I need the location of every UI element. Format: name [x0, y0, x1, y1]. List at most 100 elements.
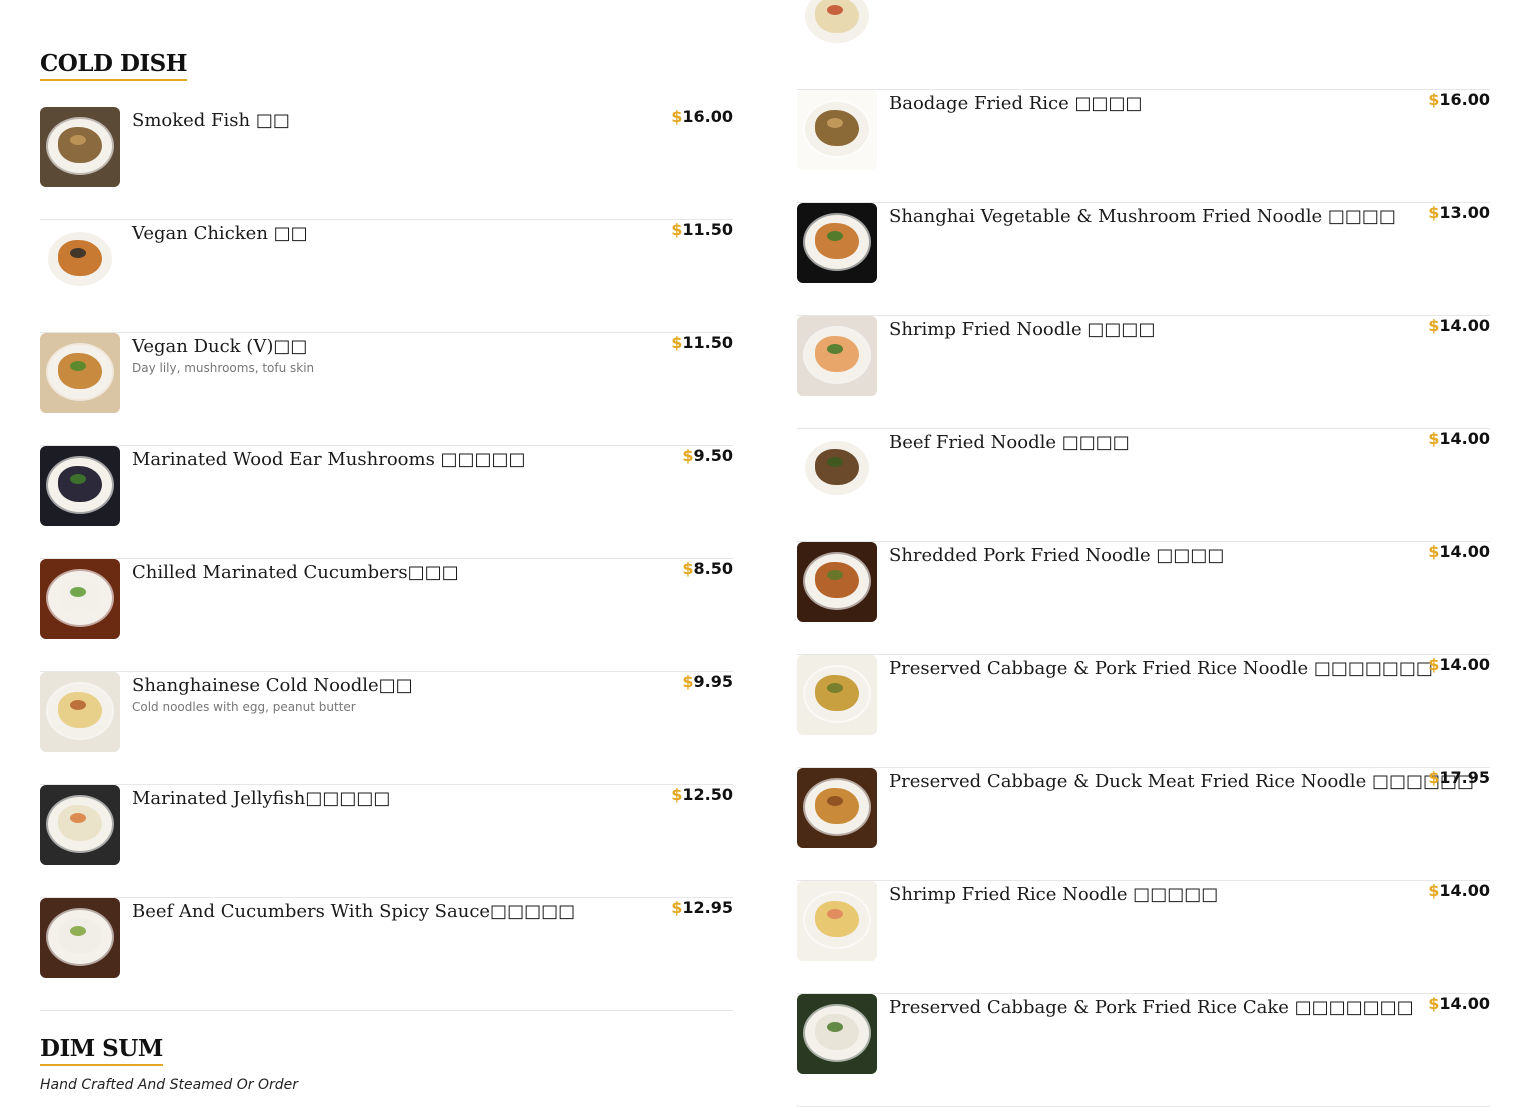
item-price: $14.00 — [1428, 316, 1490, 335]
dish-photo[interactable] — [40, 559, 120, 639]
menu-item[interactable] — [797, 0, 1490, 90]
price-currency: $ — [671, 107, 683, 126]
item-price: $11.50 — [671, 220, 733, 239]
price-currency: $ — [1428, 881, 1440, 900]
dish-photo[interactable] — [40, 898, 120, 978]
item-name[interactable]: Beef And Cucumbers With Spicy Sauce□□□□□ — [132, 900, 632, 924]
menu-item[interactable]: Chilled Marinated Cucumbers□□□ $8.50 — [40, 559, 733, 672]
price-amount: 16.00 — [682, 107, 733, 126]
menu-item[interactable]: Smoked Fish □□ $16.00 — [40, 107, 733, 220]
price-currency: $ — [1428, 203, 1440, 222]
item-name[interactable]: Chilled Marinated Cucumbers□□□ — [132, 561, 632, 585]
menu-item[interactable]: Beef And Cucumbers With Spicy Sauce□□□□□… — [40, 898, 733, 1011]
menu-item[interactable]: Preserved Cabbage & Duck Meat Fried Rice… — [797, 768, 1490, 881]
price-currency: $ — [671, 785, 683, 804]
dish-photo-garnish — [827, 796, 843, 806]
dish-photo-garnish — [70, 135, 86, 145]
menu-item[interactable]: Beef Fried Noodle □□□□ $14.00 — [797, 429, 1490, 542]
dish-photo-garnish — [827, 683, 843, 693]
dish-photo[interactable] — [797, 90, 877, 170]
item-name[interactable]: Shrimp Fried Rice Noodle □□□□□ — [889, 883, 1389, 907]
dish-photo[interactable] — [797, 316, 877, 396]
menu-item[interactable]: Baodage Fried Rice □□□□ $16.00 — [797, 90, 1490, 203]
menu-item[interactable]: Vegan Duck (V)□□ Day lily, mushrooms, tof… — [40, 333, 733, 446]
price-amount: 16.00 — [1439, 90, 1490, 109]
item-price: $9.95 — [682, 672, 733, 691]
dish-photo[interactable] — [797, 655, 877, 735]
item-name[interactable]: Shanghai Vegetable & Mushroom Fried Nood… — [889, 205, 1396, 229]
price-currency: $ — [682, 446, 694, 465]
dish-photo[interactable] — [797, 881, 877, 961]
dish-photo[interactable] — [40, 107, 120, 187]
dish-photo-garnish — [70, 474, 86, 484]
item-price: $13.00 — [1428, 203, 1490, 222]
dish-photo[interactable] — [40, 220, 120, 300]
price-currency: $ — [671, 333, 683, 352]
item-name[interactable]: Marinated Jellyfish□□□□□ — [132, 787, 632, 811]
price-amount: 13.00 — [1439, 203, 1490, 222]
dish-photo-food — [815, 1014, 859, 1050]
dish-photo-food — [58, 127, 102, 163]
dish-photo[interactable] — [797, 0, 877, 57]
menu-item[interactable]: Shrimp Fried Rice Noodle □□□□□ $14.00 — [797, 881, 1490, 994]
dish-photo-food — [58, 918, 102, 954]
dish-photo-garnish — [827, 118, 843, 128]
dish-photo[interactable] — [40, 785, 120, 865]
dish-photo[interactable] — [797, 768, 877, 848]
price-amount: 14.00 — [1439, 994, 1490, 1013]
price-amount: 9.50 — [693, 446, 733, 465]
menu-item[interactable]: Shrimp Fried Noodle □□□□ $14.00 — [797, 316, 1490, 429]
item-name[interactable]: Shrimp Fried Noodle □□□□ — [889, 318, 1389, 342]
price-currency: $ — [1428, 429, 1440, 448]
dish-photo-food — [815, 449, 859, 485]
dish-photo[interactable] — [40, 333, 120, 413]
price-amount: 12.95 — [682, 898, 733, 917]
item-price: $14.00 — [1428, 542, 1490, 561]
menu-item[interactable]: Shanghainese Cold Noodle□□ Cold noodles w… — [40, 672, 733, 785]
dish-photo[interactable] — [797, 203, 877, 283]
item-name[interactable]: Preserved Cabbage & Duck Meat Fried Rice… — [889, 770, 1474, 794]
item-name[interactable]: Beef Fried Noodle □□□□ — [889, 431, 1389, 455]
item-name[interactable]: Shredded Pork Fried Noodle □□□□ — [889, 544, 1389, 568]
dish-photo-garnish — [827, 231, 843, 241]
item-price: $9.50 — [682, 446, 733, 465]
item-name[interactable]: Smoked Fish □□ — [132, 109, 632, 133]
item-name[interactable]: Baodage Fried Rice □□□□ — [889, 92, 1389, 116]
price-amount: 12.50 — [682, 785, 733, 804]
dish-photo-food — [815, 110, 859, 146]
price-amount: 8.50 — [693, 559, 733, 578]
dish-photo-food — [815, 788, 859, 824]
price-currency: $ — [682, 559, 694, 578]
item-name[interactable]: Vegan Chicken □□ — [132, 222, 632, 246]
item-name[interactable]: Vegan Duck (V)□□ — [132, 335, 632, 359]
item-name[interactable]: Preserved Cabbage & Pork Fried Rice Cake… — [889, 996, 1414, 1020]
item-name[interactable]: Preserved Cabbage & Pork Fried Rice Nood… — [889, 657, 1433, 681]
dish-photo[interactable] — [797, 994, 877, 1074]
item-price: $12.95 — [671, 898, 733, 917]
dish-photo-garnish — [827, 1022, 843, 1032]
menu-item[interactable]: Marinated Wood Ear Mushrooms □□□□□ $9.50 — [40, 446, 733, 559]
menu-item[interactable]: Preserved Cabbage & Pork Fried Rice Cake… — [797, 994, 1490, 1107]
dish-photo[interactable] — [797, 542, 877, 622]
menu-item[interactable]: Marinated Jellyfish□□□□□ $12.50 — [40, 785, 733, 898]
item-price: $14.00 — [1428, 994, 1490, 1013]
dish-photo-garnish — [70, 700, 86, 710]
dish-photo-food — [58, 579, 102, 615]
price-amount: 14.00 — [1439, 542, 1490, 561]
section-title-cold-dish: COLD DISH — [40, 50, 188, 81]
item-price: $16.00 — [1428, 90, 1490, 109]
menu-item[interactable]: Preserved Cabbage & Pork Fried Rice Nood… — [797, 655, 1490, 768]
dish-photo[interactable] — [797, 429, 877, 509]
price-currency: $ — [1428, 768, 1440, 787]
price-currency: $ — [1428, 994, 1440, 1013]
item-name[interactable]: Shanghainese Cold Noodle□□ — [132, 674, 632, 698]
menu-item[interactable]: Shredded Pork Fried Noodle □□□□ $14.00 — [797, 542, 1490, 655]
price-amount: 14.00 — [1439, 881, 1490, 900]
dish-photo-food — [815, 675, 859, 711]
dish-photo-food — [815, 336, 859, 372]
menu-item[interactable]: Shanghai Vegetable & Mushroom Fried Nood… — [797, 203, 1490, 316]
dish-photo[interactable] — [40, 672, 120, 752]
item-name[interactable]: Marinated Wood Ear Mushrooms □□□□□ — [132, 448, 632, 472]
menu-item[interactable]: Vegan Chicken □□ $11.50 — [40, 220, 733, 333]
dish-photo[interactable] — [40, 446, 120, 526]
